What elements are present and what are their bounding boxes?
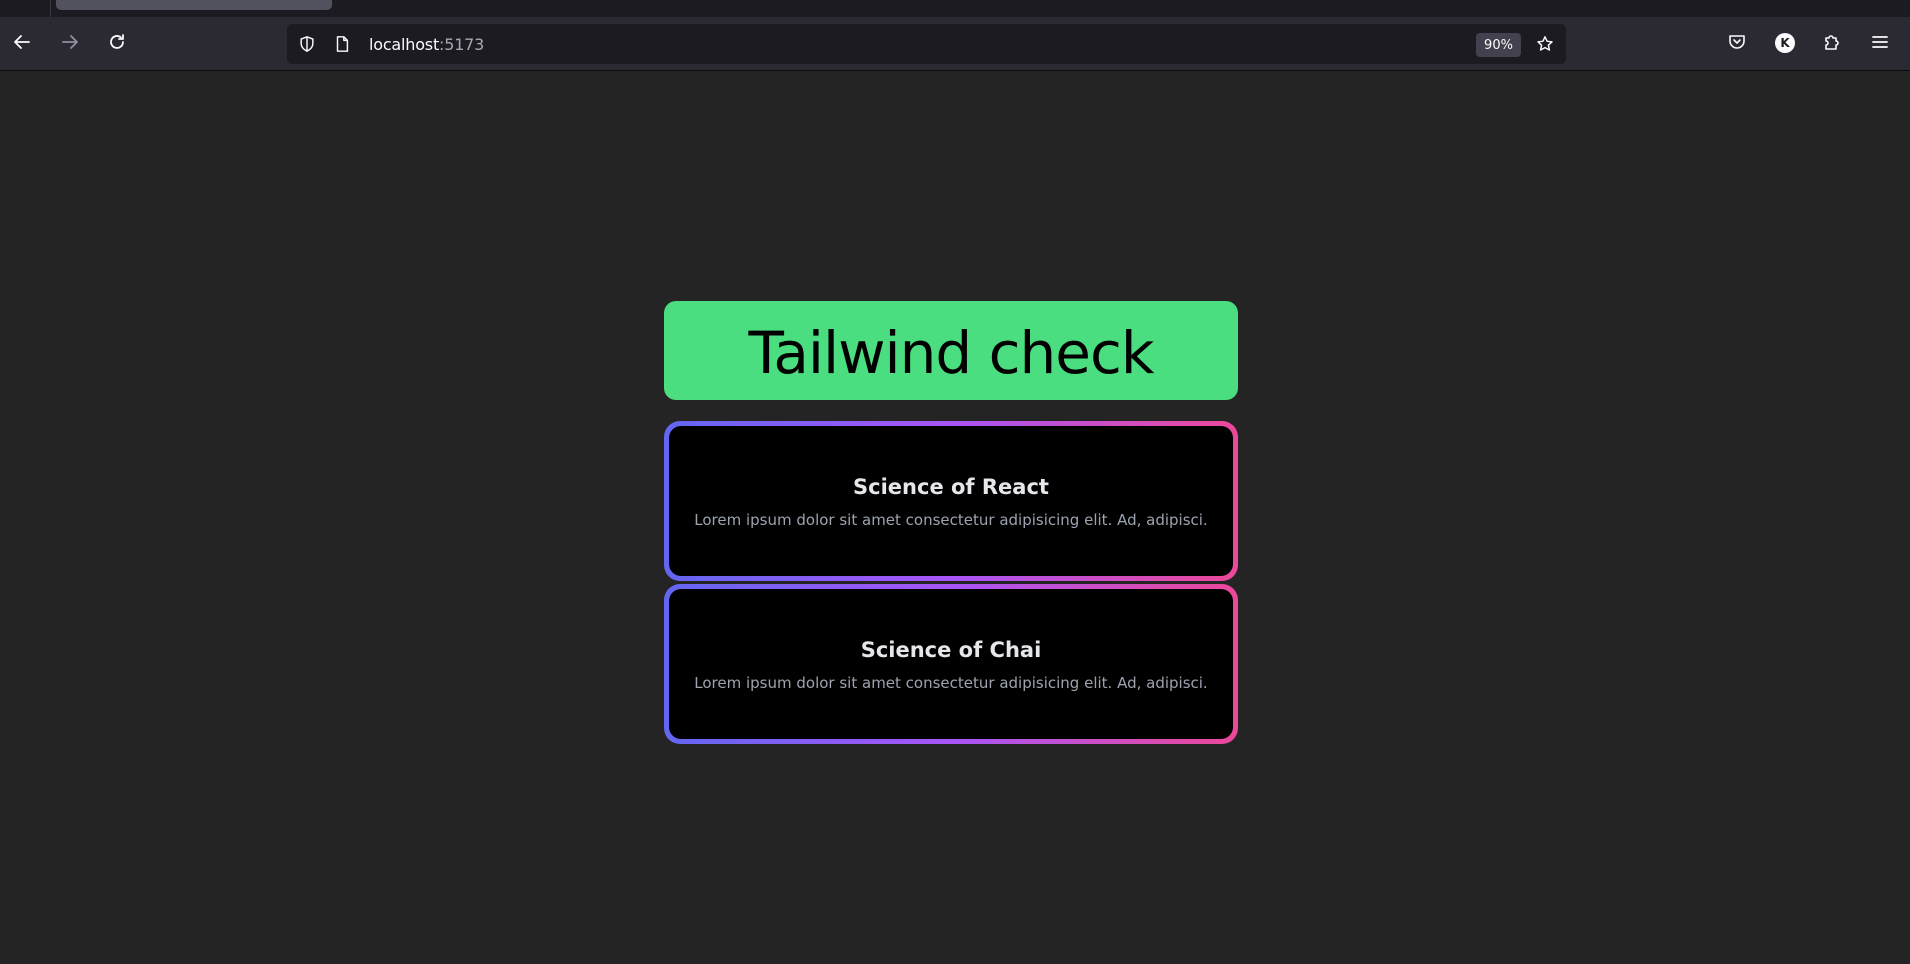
arrow-left-icon [14, 35, 30, 49]
url-port: :5173 [439, 35, 485, 54]
forward-button[interactable] [55, 27, 85, 57]
account-avatar[interactable]: K [1775, 33, 1795, 53]
back-button[interactable] [7, 27, 37, 57]
card: Science of React Lorem ipsum dolor sit a… [669, 426, 1233, 576]
hero-title: Tailwind check [748, 318, 1155, 387]
active-tab[interactable] [56, 0, 332, 10]
tab-separator [50, 0, 51, 17]
pocket-button[interactable] [1722, 27, 1752, 57]
url-host: localhost [369, 35, 440, 54]
reload-button[interactable] [102, 27, 132, 57]
url-text[interactable]: localhost:5173 [369, 35, 484, 54]
hero-banner: Tailwind check [664, 301, 1238, 400]
puzzle-icon [1825, 35, 1839, 50]
address-bar[interactable]: localhost:5173 90% [287, 24, 1566, 64]
page-icon[interactable] [332, 34, 352, 54]
menu-button[interactable] [1865, 27, 1895, 57]
card-title: Science of Chai [860, 638, 1042, 662]
hamburger-menu-icon [1872, 36, 1888, 48]
zoom-level-button[interactable]: 90% [1476, 33, 1521, 57]
page-content: Tailwind check Science of React Lorem ip… [664, 301, 1238, 744]
navigation-toolbar: localhost:5173 90% K [0, 17, 1910, 71]
card-description: Lorem ipsum dolor sit amet consectetur a… [694, 511, 1208, 529]
tab-strip [0, 0, 1910, 17]
card-gradient-border: Science of Chai Lorem ipsum dolor sit am… [664, 584, 1238, 744]
shield-icon[interactable] [297, 34, 317, 54]
card-title: Science of React [853, 475, 1049, 499]
card: Science of Chai Lorem ipsum dolor sit am… [669, 589, 1233, 739]
pocket-icon [1729, 35, 1745, 49]
extensions-button[interactable] [1817, 27, 1847, 57]
bookmark-star-icon[interactable] [1535, 34, 1555, 54]
reload-icon [110, 34, 124, 49]
card-gradient-border: Science of React Lorem ipsum dolor sit a… [664, 421, 1238, 581]
arrow-right-icon [62, 35, 78, 49]
card-description: Lorem ipsum dolor sit amet consectetur a… [694, 674, 1208, 692]
